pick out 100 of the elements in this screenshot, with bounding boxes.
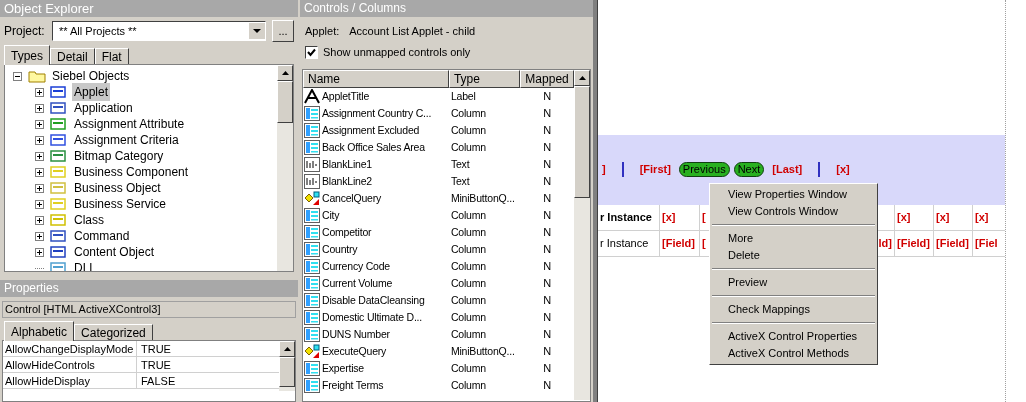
control-name[interactable]: Domestic Ultimate D... [322, 309, 423, 326]
expand-icon[interactable] [35, 199, 44, 209]
scrollbar-thumb[interactable] [574, 86, 590, 198]
scroll-up-icon[interactable] [283, 347, 291, 351]
column-header[interactable]: Type [448, 70, 521, 88]
column-header[interactable]: Mapped [520, 70, 574, 88]
tree-item[interactable]: Siebel Objects [52, 67, 130, 85]
scroll-up-icon[interactable] [578, 76, 586, 80]
control-name[interactable]: AppletTitle [322, 88, 370, 105]
control-name[interactable]: Expertise [322, 360, 364, 377]
menu-item[interactable]: View Controls Window [710, 203, 877, 220]
nav-button[interactable]: Next [733, 161, 765, 177]
scrollbar[interactable] [277, 65, 293, 271]
field-label: Project: [4, 23, 46, 40]
expand-icon[interactable] [35, 135, 44, 145]
control-name[interactable]: Currency Code [322, 258, 390, 275]
control-name[interactable]: Country [322, 241, 358, 258]
control-name[interactable]: City [322, 207, 340, 224]
expand-icon[interactable] [35, 103, 44, 113]
expand-icon[interactable] [35, 231, 44, 241]
scrollbar[interactable] [279, 341, 295, 391]
control-type: Column [449, 105, 487, 121]
object-type-icon [50, 85, 66, 99]
mapped-value: N [542, 123, 553, 139]
control-type: MiniButtonQ... [449, 343, 516, 359]
nav-link[interactable]: [x] [836, 160, 850, 178]
object-type-icon [50, 101, 66, 115]
nav-link[interactable]: ] [602, 160, 606, 178]
control-type: Column [449, 139, 487, 155]
menu-item[interactable]: Preview [710, 274, 877, 291]
property-value[interactable]: FALSE [137, 373, 176, 388]
property-name: AllowHideDisplay [3, 373, 137, 388]
browse-button[interactable]: ... [272, 20, 294, 42]
object-type-icon [50, 245, 66, 259]
expand-icon[interactable] [35, 183, 44, 193]
control-name[interactable]: CancelQuery [322, 190, 382, 207]
scrollbar-thumb[interactable] [277, 81, 293, 123]
panel-title: Properties [0, 280, 298, 297]
object-type-icon [50, 117, 66, 131]
scrollbar[interactable] [574, 70, 590, 400]
table-cell: r Instance [598, 205, 660, 230]
property-value[interactable]: TRUE [137, 341, 171, 356]
tree-item[interactable]: Business Component [72, 163, 191, 181]
control-name[interactable]: BlankLine2 [322, 173, 372, 190]
query-button-icon [304, 344, 320, 359]
control-type: Column [449, 258, 487, 274]
expand-icon[interactable] [35, 87, 44, 97]
control-name[interactable]: Assignment Country C... [322, 105, 432, 122]
control-name[interactable]: ExecuteQuery [322, 343, 387, 360]
control-name[interactable]: Current Volume [322, 275, 393, 292]
expand-icon[interactable] [35, 215, 44, 225]
tree-item[interactable]: Application [72, 99, 135, 117]
menu-item[interactable]: ActiveX Control Properties [710, 328, 877, 345]
scrollbar-thumb[interactable] [279, 357, 295, 387]
control-name[interactable]: Freight Terms [322, 377, 384, 394]
tree-item[interactable]: Business Service [72, 195, 169, 213]
object-type-icon [50, 165, 66, 179]
object-type-icon [50, 149, 66, 163]
control-name[interactable]: Back Office Sales Area [322, 139, 425, 156]
tree-item[interactable]: Applet [72, 83, 111, 101]
expand-icon[interactable] [35, 119, 44, 129]
expand-icon[interactable] [35, 247, 44, 257]
tree-item[interactable]: Bitmap Category [72, 147, 166, 165]
control-type: Column [449, 224, 487, 240]
checkbox-label: Show unmapped controls only [323, 44, 471, 60]
nav-link[interactable]: [Last] [772, 160, 803, 178]
control-name[interactable]: BlankLine1 [322, 156, 372, 173]
scroll-up-icon[interactable] [281, 71, 289, 75]
project-dropdown[interactable]: ** All Projects ** [52, 21, 266, 41]
mapped-value: N [542, 225, 553, 241]
table-cell: [x] [934, 205, 973, 230]
tree-item[interactable]: Class [72, 211, 106, 229]
property-value[interactable]: TRUE [137, 357, 171, 372]
tree-item[interactable]: Assignment Criteria [72, 131, 181, 149]
nav-button[interactable]: Previous [678, 161, 730, 177]
column-header[interactable]: Name [303, 70, 449, 88]
nav-link[interactable]: [First] [639, 160, 671, 178]
object-type-icon [50, 229, 66, 243]
tab[interactable]: Types [4, 45, 50, 65]
menu-item[interactable]: View Properties Window [710, 186, 877, 203]
control-name[interactable]: Assignment Excluded [322, 122, 420, 139]
menu-item[interactable]: ActiveX Control Methods [710, 345, 877, 362]
control-name[interactable]: Disable DataCleansing [322, 292, 425, 309]
expand-icon[interactable] [35, 167, 44, 177]
control-type: Column [449, 292, 487, 308]
query-button-icon [304, 191, 320, 206]
collapse-icon[interactable] [13, 71, 22, 81]
tree-item[interactable]: Content Object [72, 243, 157, 261]
mapped-value: N [542, 191, 553, 207]
nav-separator [621, 161, 624, 177]
tab[interactable]: Alphabetic [4, 321, 75, 341]
tree-item[interactable]: Command [72, 227, 132, 245]
tree-item[interactable]: Assignment Attribute [72, 115, 187, 133]
tree-item[interactable]: Business Object [72, 179, 163, 197]
expand-icon[interactable] [35, 151, 44, 161]
control-name[interactable]: DUNS Number [322, 326, 390, 343]
checkbox[interactable] [305, 45, 318, 59]
menu-item[interactable]: Check Mappings [710, 301, 877, 318]
control-type: Column [449, 275, 487, 291]
control-name[interactable]: Competitor [322, 224, 372, 241]
